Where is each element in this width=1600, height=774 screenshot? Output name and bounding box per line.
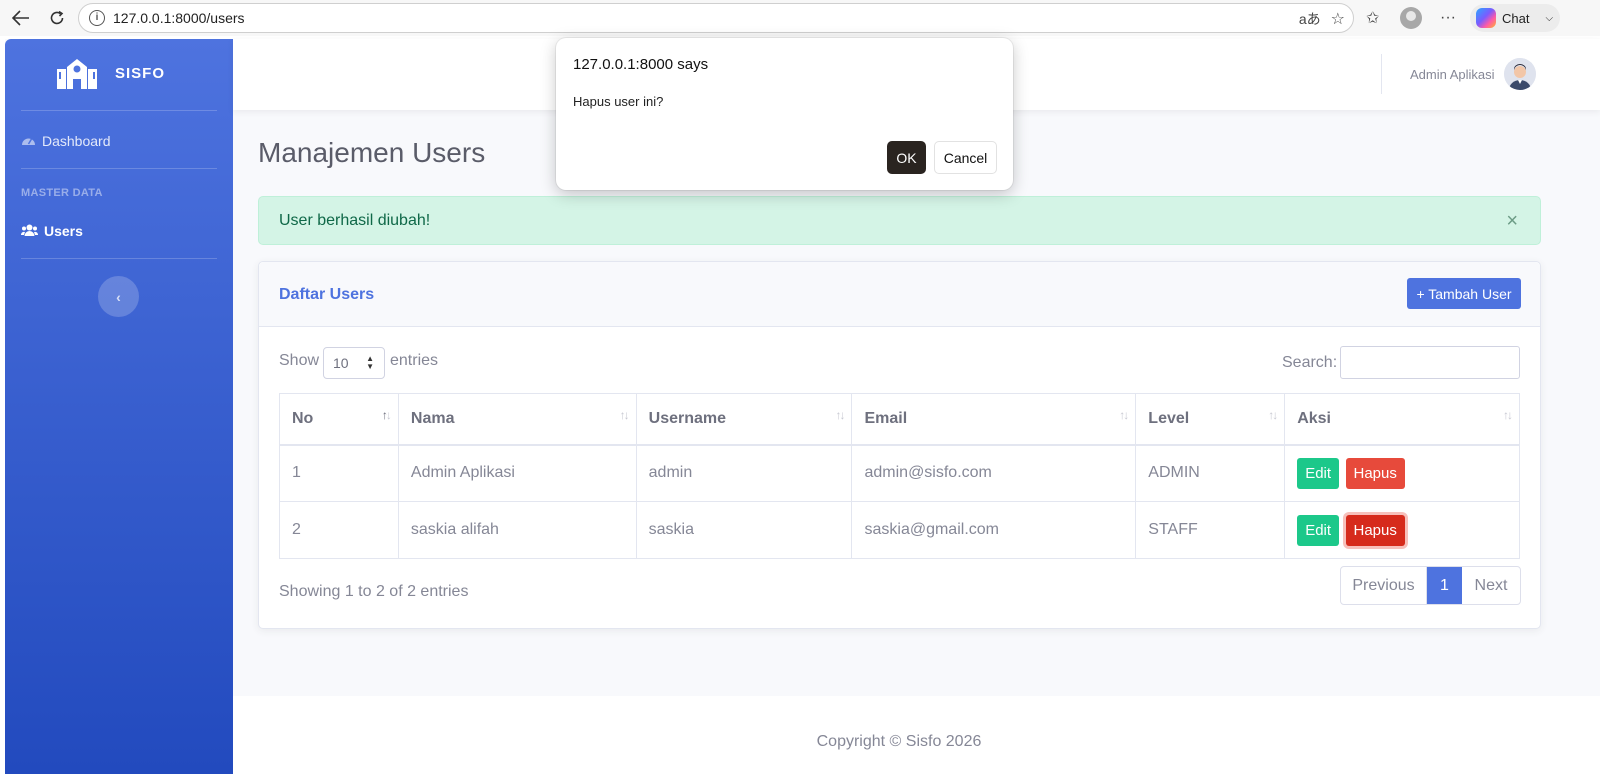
users-table: No ↑↓ Nama ↑↓ Username ↑↓ Email ↑↓ Level ↑↓ A… bbox=[279, 393, 1520, 559]
dialog-title: 127.0.0.1:8000 says bbox=[573, 56, 709, 73]
edit-button[interactable]: Edit bbox=[1297, 514, 1340, 546]
column-label: Aksi bbox=[1297, 409, 1331, 427]
sidebar-heading: MASTER DATA bbox=[21, 187, 103, 199]
column-header-username[interactable]: Username ↑↓ bbox=[635, 393, 853, 446]
sidebar-item-label: Users bbox=[44, 223, 83, 239]
search-label: Search: bbox=[1282, 354, 1338, 371]
cancel-button[interactable]: Cancel bbox=[934, 141, 997, 174]
profile-icon[interactable] bbox=[1400, 7, 1422, 29]
entries-select-value: 10 bbox=[333, 355, 349, 371]
chat-label: Chat bbox=[1502, 10, 1530, 26]
ok-button[interactable]: OK bbox=[887, 141, 926, 174]
column-label: Email bbox=[864, 409, 908, 427]
column-label: Nama bbox=[410, 409, 455, 427]
sidebar-toggle-button[interactable]: ‹ bbox=[98, 276, 139, 317]
alert-message: User berhasil diubah! bbox=[279, 212, 431, 229]
copilot-chat-button[interactable]: Chat ⌵ bbox=[1470, 4, 1560, 32]
footer: Copyright © Sisfo 2026 bbox=[233, 696, 1600, 774]
sidebar-item-users[interactable]: Users bbox=[20, 223, 83, 239]
success-alert: User berhasil diubah! × bbox=[258, 196, 1541, 245]
copilot-icon bbox=[1476, 8, 1496, 28]
delete-button[interactable]: Hapus bbox=[1345, 457, 1405, 489]
address-bar[interactable]: i 127.0.0.1:8000/users aあ ☆ bbox=[78, 3, 1354, 33]
pagination: Previous 1 Next bbox=[1340, 566, 1521, 605]
entries-select[interactable]: 10 ▲ ▼ bbox=[323, 347, 385, 379]
sidebar-divider bbox=[21, 168, 217, 169]
edit-button[interactable]: Edit bbox=[1297, 457, 1340, 489]
cell-aksi: Edit Hapus bbox=[1284, 444, 1520, 502]
column-header-no[interactable]: No ↑↓ bbox=[279, 393, 399, 446]
entries-label: entries bbox=[390, 352, 439, 369]
avatar[interactable] bbox=[1504, 58, 1536, 90]
favorite-star-icon[interactable]: ☆ bbox=[1331, 9, 1345, 29]
cell-email: saskia@gmail.com bbox=[851, 501, 1137, 559]
table-header-row: No ↑↓ Nama ↑↓ Username ↑↓ Email ↑↓ Level ↑↓ A… bbox=[279, 393, 1520, 446]
show-label: Show bbox=[279, 352, 320, 369]
cell-level: ADMIN bbox=[1135, 444, 1286, 502]
column-header-aksi[interactable]: Aksi ↑↓ bbox=[1284, 393, 1520, 446]
table-row: 1 Admin Aplikasi admin admin@sisfo.com A… bbox=[279, 444, 1520, 502]
copyright-text: Copyright © Sisfo 2026 bbox=[816, 733, 982, 750]
sort-icon: ↑↓ bbox=[835, 408, 845, 422]
sidebar-brand[interactable]: SISFO bbox=[55, 55, 165, 91]
sidebar-divider bbox=[21, 258, 217, 259]
card-title: Daftar Users bbox=[279, 286, 375, 303]
pagination-previous-button[interactable]: Previous bbox=[1341, 567, 1427, 604]
chevron-left-icon: ‹ bbox=[116, 288, 121, 305]
select-arrows-icon: ▲ ▼ bbox=[366, 354, 374, 371]
close-icon[interactable]: × bbox=[1506, 210, 1518, 233]
sort-asc-icon: ↑↓ bbox=[381, 408, 392, 422]
site-info-icon[interactable]: i bbox=[89, 10, 105, 26]
school-icon bbox=[55, 55, 99, 91]
cell-aksi: Edit Hapus bbox=[1284, 501, 1520, 559]
confirm-dialog: 127.0.0.1:8000 says Hapus user ini? OK C… bbox=[556, 38, 1013, 190]
chevron-down-icon: ⌵ bbox=[1545, 12, 1554, 24]
cell-level: STAFF bbox=[1135, 501, 1286, 559]
sort-icon: ↑↓ bbox=[1268, 408, 1278, 422]
page-title: Manajemen Users bbox=[258, 137, 486, 168]
users-icon bbox=[20, 223, 39, 239]
column-label: Username bbox=[648, 409, 727, 427]
cell-no: 2 bbox=[279, 501, 399, 559]
add-user-button[interactable]: + Tambah User bbox=[1407, 278, 1521, 309]
cell-nama: saskia alifah bbox=[397, 501, 637, 559]
sort-icon: ↑↓ bbox=[1119, 408, 1129, 422]
refresh-icon[interactable] bbox=[44, 6, 70, 30]
search-input[interactable] bbox=[1340, 346, 1520, 379]
sort-icon: ↑↓ bbox=[619, 408, 630, 422]
column-header-nama[interactable]: Nama ↑↓ bbox=[397, 393, 637, 446]
users-card: Daftar Users + Tambah User Show 10 ▲ ▼ en… bbox=[258, 261, 1541, 629]
column-label: Level bbox=[1148, 409, 1190, 427]
user-name[interactable]: Admin Aplikasi bbox=[1410, 67, 1495, 82]
column-header-email[interactable]: Email ↑↓ bbox=[851, 393, 1137, 446]
column-label: No bbox=[292, 409, 314, 427]
sidebar: SISFO Dashboard MASTER DATA Users ‹ bbox=[5, 39, 233, 774]
favorites-icon[interactable]: ✩ bbox=[1366, 7, 1379, 29]
url-text: 127.0.0.1:8000/users bbox=[113, 10, 245, 26]
delete-button[interactable]: Hapus bbox=[1345, 514, 1405, 546]
column-header-level[interactable]: Level ↑↓ bbox=[1135, 393, 1286, 446]
table-row: 2 saskia alifah saskia saskia@gmail.com … bbox=[279, 501, 1520, 559]
sidebar-divider bbox=[21, 110, 217, 111]
tachometer-icon bbox=[21, 133, 36, 149]
back-icon[interactable] bbox=[8, 6, 34, 30]
topbar-divider bbox=[1381, 54, 1382, 94]
pagination-next-button[interactable]: Next bbox=[1462, 567, 1520, 604]
translate-icon[interactable]: aあ bbox=[1299, 9, 1321, 29]
cell-username: admin bbox=[635, 444, 853, 502]
dialog-message: Hapus user ini? bbox=[573, 94, 664, 109]
more-menu-icon[interactable]: ··· bbox=[1440, 7, 1456, 29]
browser-toolbar: i 127.0.0.1:8000/users aあ ☆ ✩ ··· Chat ⌵ bbox=[0, 0, 1600, 36]
cell-nama: Admin Aplikasi bbox=[397, 444, 637, 502]
cell-no: 1 bbox=[279, 444, 399, 502]
sidebar-item-dashboard[interactable]: Dashboard bbox=[21, 133, 111, 149]
sort-icon: ↑↓ bbox=[1503, 408, 1513, 422]
pagination-page-button[interactable]: 1 bbox=[1427, 567, 1462, 604]
table-info: Showing 1 to 2 of 2 entries bbox=[279, 583, 469, 600]
cell-username: saskia bbox=[635, 501, 853, 559]
cell-email: admin@sisfo.com bbox=[851, 444, 1137, 502]
sidebar-item-label: Dashboard bbox=[42, 133, 111, 149]
card-header: Daftar Users + Tambah User bbox=[259, 262, 1540, 327]
brand-name: SISFO bbox=[115, 64, 166, 82]
